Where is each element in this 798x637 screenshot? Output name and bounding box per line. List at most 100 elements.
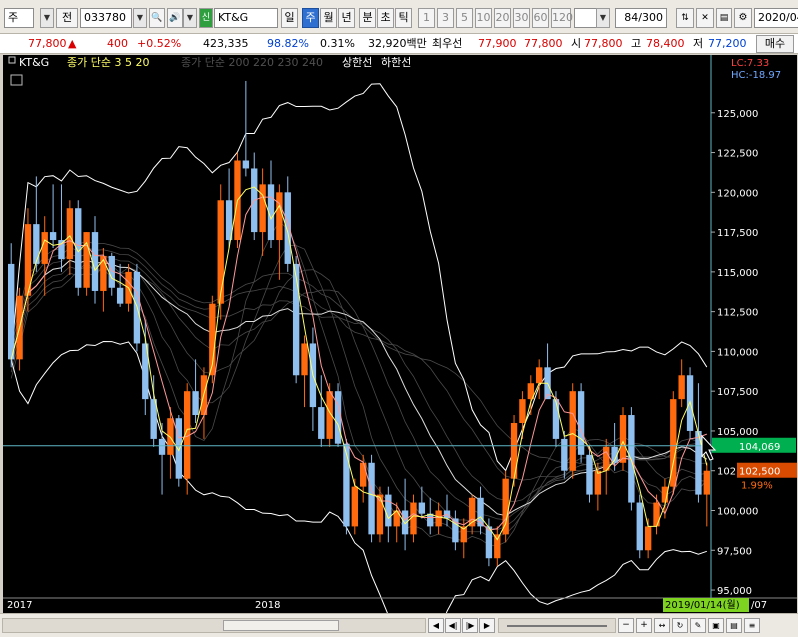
top-toolbar: 주 ▼ 전 033780 ▼ 🔍 🔊 ▼ 신 KT&G ▼ 84/300 ⇅ ✕…	[0, 0, 798, 34]
background-ma-line	[10, 247, 707, 481]
candle-body	[418, 502, 426, 514]
market-select[interactable]: 주	[4, 8, 34, 28]
background-ma-line	[10, 259, 707, 521]
interval-button-5[interactable]: 5	[456, 8, 473, 28]
candle-body	[678, 375, 685, 400]
chart-canvas[interactable]: 125,000 122,500 120,000 117,500 115,000 112,5…	[3, 55, 797, 613]
interval-button-3[interactable]: 3	[437, 8, 454, 28]
scroll-right-icon[interactable]: ▶	[479, 618, 495, 633]
y-tick-label: 125,000	[717, 109, 758, 120]
cursor-value-label: 104,069	[739, 442, 780, 453]
candle-body	[619, 415, 627, 463]
market-dropdown-icon[interactable]: ▼	[40, 8, 54, 28]
scroll-end-right-icon[interactable]: |▶	[462, 618, 478, 633]
period-tab-3[interactable]: 년	[338, 8, 355, 28]
y-tick-label: 117,500	[717, 228, 758, 239]
candle-body	[427, 513, 434, 527]
candle-body	[586, 454, 593, 495]
code-dropdown-icon[interactable]: ▼	[133, 8, 147, 28]
candle-body	[100, 255, 107, 291]
scroll-end-left-icon[interactable]: ◀|	[445, 618, 461, 633]
candle-body	[259, 184, 266, 233]
crosshair-toggle-icon[interactable]: ✕	[696, 8, 714, 28]
print-icon[interactable]: ▤	[726, 618, 742, 633]
speaker-dropdown-icon[interactable]: ▼	[183, 8, 197, 28]
background-ma-line	[10, 266, 707, 531]
best-bid: 77,800	[524, 37, 563, 50]
scroll-thumb[interactable]	[223, 620, 339, 631]
legend-stock-name: KT&G	[19, 56, 49, 69]
zoom-fit-icon[interactable]: ↔	[654, 618, 670, 633]
zoom-slider-line	[507, 625, 607, 627]
high-price: 78,400	[646, 37, 685, 50]
period-tab-0[interactable]: 일	[281, 8, 298, 28]
interval-dropdown-icon[interactable]: ▼	[596, 8, 610, 28]
period-tab-4[interactable]: 분	[359, 8, 376, 28]
period-tab-2[interactable]: 월	[320, 8, 337, 28]
background-ma-line	[10, 245, 707, 537]
x-label-2017: 2017	[7, 600, 32, 611]
interval-button-20[interactable]: 20	[494, 8, 511, 28]
zoom-out-icon[interactable]: −	[618, 618, 634, 633]
hc-label: HC:-18.97	[731, 70, 781, 81]
period-tab-6[interactable]: 틱	[395, 8, 412, 28]
candle-body	[653, 502, 660, 527]
scroll-left-icon[interactable]: ◀	[428, 618, 444, 633]
candle-body	[49, 232, 57, 241]
candle-body	[217, 200, 224, 304]
candle-body	[561, 438, 568, 471]
grid-toggle-icon	[10, 74, 23, 86]
lock-icon[interactable]: ▣	[708, 618, 724, 633]
y-tick-label: 97,500	[717, 546, 752, 557]
period-tab-1[interactable]: 주	[302, 8, 319, 28]
candlestick-chart[interactable]: 125,000 122,500 120,000 117,500 115,000 112,5…	[3, 55, 797, 613]
gear-icon[interactable]: ⚙	[734, 8, 752, 28]
background-ma-line	[10, 253, 707, 503]
zoom-in-icon[interactable]: +	[636, 618, 652, 633]
save-icon[interactable]: ▤	[716, 8, 732, 28]
candle-body	[284, 192, 291, 264]
candle-body	[343, 443, 350, 527]
legend-upper-band: 상한선	[342, 56, 372, 69]
candle-body	[8, 263, 15, 360]
scroll-track[interactable]	[2, 618, 426, 633]
candle-body	[494, 534, 501, 559]
zoom-slider[interactable]	[498, 618, 616, 633]
search-icon[interactable]: 🔍	[149, 8, 165, 28]
y-tick-label: 122,500	[717, 149, 758, 160]
speaker-icon[interactable]: 🔊	[167, 8, 183, 28]
candle-body	[318, 407, 325, 439]
date-field[interactable]: 2020/04	[754, 8, 798, 28]
candle-body	[502, 478, 509, 535]
candle-body	[66, 208, 74, 260]
interval-button-120[interactable]: 120	[551, 8, 573, 28]
candle-body	[192, 391, 199, 416]
candle-body	[368, 462, 375, 535]
interval-button-60[interactable]: 60	[532, 8, 549, 28]
candle-body	[552, 399, 560, 439]
date-highlight-label: 2019/01/14(월)	[665, 599, 740, 611]
quote-bar: 77,800 ▲ 400 +0.52% 423,335 98.82% 0.31%…	[0, 34, 798, 54]
buy-button[interactable]: 매수	[756, 35, 794, 53]
upper-band-line	[10, 83, 708, 472]
period-tab-5[interactable]: 초	[377, 8, 394, 28]
menu-icon[interactable]: ≡	[744, 618, 760, 633]
stock-name-field[interactable]: KT&G	[214, 8, 278, 28]
candle-body	[510, 423, 518, 479]
candle-body	[644, 526, 652, 551]
prefix-button[interactable]: 전	[56, 8, 78, 28]
interval-button-30[interactable]: 30	[513, 8, 530, 28]
lower-band-line	[10, 341, 707, 613]
candle-count[interactable]: 84/300	[615, 8, 667, 28]
interval-button-1[interactable]: 1	[418, 8, 435, 28]
up-arrow-icon: ▲	[68, 37, 77, 50]
background-ma-line	[10, 220, 708, 547]
interval-button-10[interactable]: 10	[475, 8, 492, 28]
stock-code-input[interactable]: 033780	[80, 8, 132, 28]
reset-icon[interactable]: ↻	[672, 618, 688, 633]
pencil-icon[interactable]: ✎	[690, 618, 706, 633]
y-tick-label: 112,500	[717, 308, 758, 319]
chart-type-icon[interactable]: ⇅	[676, 8, 694, 28]
open-label: 시	[571, 37, 582, 50]
candle-body	[292, 263, 300, 376]
